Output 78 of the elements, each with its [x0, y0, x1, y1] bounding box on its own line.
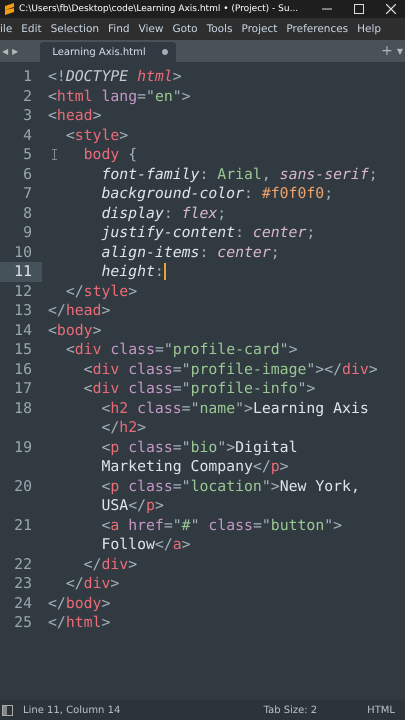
mouse-cursor-icon [52, 149, 57, 160]
code-line: <div class="profile-image"></div> [84, 360, 378, 379]
code-line: <div class="profile-info"> [84, 379, 316, 398]
menu-item[interactable]: Find [108, 23, 130, 35]
menu-item[interactable]: Selection [50, 23, 100, 35]
back-button[interactable]: ◀ [0, 46, 10, 56]
code-line: <style> [66, 126, 128, 145]
line-number: 9 [22, 223, 33, 242]
app-logo-icon [4, 3, 15, 15]
line-number: 22 [13, 554, 33, 574]
line-number: 20 [13, 476, 33, 496]
line-number: 11 [0, 262, 42, 282]
code-line: </style> [66, 282, 138, 301]
line-number: 14 [13, 320, 33, 340]
code-line: </div> [84, 554, 138, 574]
code-line: align-items: center; [101, 242, 280, 262]
line-number: 6 [22, 164, 33, 184]
code-line: <!DOCTYPE html> [48, 67, 182, 86]
file-tab[interactable]: Learning Axis.html [40, 42, 176, 62]
forward-button[interactable]: ▶ [10, 46, 20, 56]
code-line: </h2> [101, 418, 146, 438]
code-line: <a href="#" class="button"> [101, 516, 342, 535]
line-number: 8 [22, 204, 33, 223]
code-line: </head> [48, 301, 110, 320]
line-number: 18 [13, 398, 33, 418]
line-number: 17 [13, 379, 33, 398]
line-number: 24 [13, 594, 33, 613]
code-line: background-color: #f0f0f0; [101, 184, 334, 204]
line-number: 3 [22, 106, 33, 126]
maximize-icon[interactable] [354, 4, 364, 14]
code-line: font-family: Arial, sans-serif; [101, 164, 378, 184]
code-line: <html lang="en"> [48, 86, 191, 106]
new-tab-button[interactable]: + [379, 43, 395, 59]
code-line: </body> [48, 594, 110, 613]
menu-item[interactable]: Goto [172, 23, 198, 35]
line-number: 5 [22, 145, 33, 164]
code-line: body { [84, 145, 138, 164]
line-number: 23 [13, 574, 33, 594]
line-number: 12 [13, 282, 33, 301]
menu-item[interactable]: Edit [21, 23, 42, 35]
code-line: <h2 class="name">Learning Axis [101, 398, 369, 418]
code-line: <body> [48, 320, 102, 340]
code-line: <p class="location">New York, [101, 476, 360, 496]
code-line: </div> [66, 574, 120, 594]
code-line: <div class="profile-card"> [66, 340, 298, 360]
menu-item[interactable]: Preferences [286, 23, 348, 35]
code-line: Marketing Company</p> [101, 457, 289, 476]
menu-item[interactable]: Tools [206, 23, 232, 35]
line-number: 19 [13, 438, 33, 457]
code-line: </html> [48, 613, 110, 632]
close-icon[interactable] [386, 4, 396, 14]
code-line: display: flex; [101, 204, 226, 223]
code-line: USA</p> [101, 496, 164, 516]
line-number: 4 [22, 126, 33, 145]
code-line: Follow</a> [101, 535, 191, 554]
line-number: 21 [13, 516, 33, 535]
menu-item[interactable]: Project [241, 23, 278, 35]
menu-item[interactable]: Help [357, 23, 382, 35]
line-number: 7 [22, 184, 33, 204]
tab-list-button[interactable]: ▼ [394, 46, 405, 56]
syntax-setting[interactable]: HTML [367, 704, 395, 716]
line-number: 2 [22, 86, 33, 106]
code-line: justify-content: center; [101, 223, 316, 242]
line-number: 13 [13, 301, 33, 320]
code-line: <head> [48, 106, 102, 126]
line-number: 10 [13, 242, 33, 262]
code-line: <p class="bio">Digital [101, 438, 298, 457]
menu-item[interactable]: View [138, 23, 164, 35]
tab-size-setting[interactable]: Tab Size: 2 [264, 704, 318, 716]
line-number: 1 [22, 67, 33, 86]
code-line: height: [101, 262, 164, 282]
line-number: 15 [13, 340, 33, 360]
cursor-position: Line 11, Column 14 [23, 704, 120, 716]
line-number: 25 [13, 613, 33, 632]
window-title: C:\Users\fb\Desktop\code\Learning Axis.html • (Project) - Su... [19, 4, 300, 14]
menu-item[interactable]: ile [0, 23, 12, 35]
panel-toggle-icon[interactable] [2, 704, 13, 716]
line-number: 16 [13, 360, 33, 379]
